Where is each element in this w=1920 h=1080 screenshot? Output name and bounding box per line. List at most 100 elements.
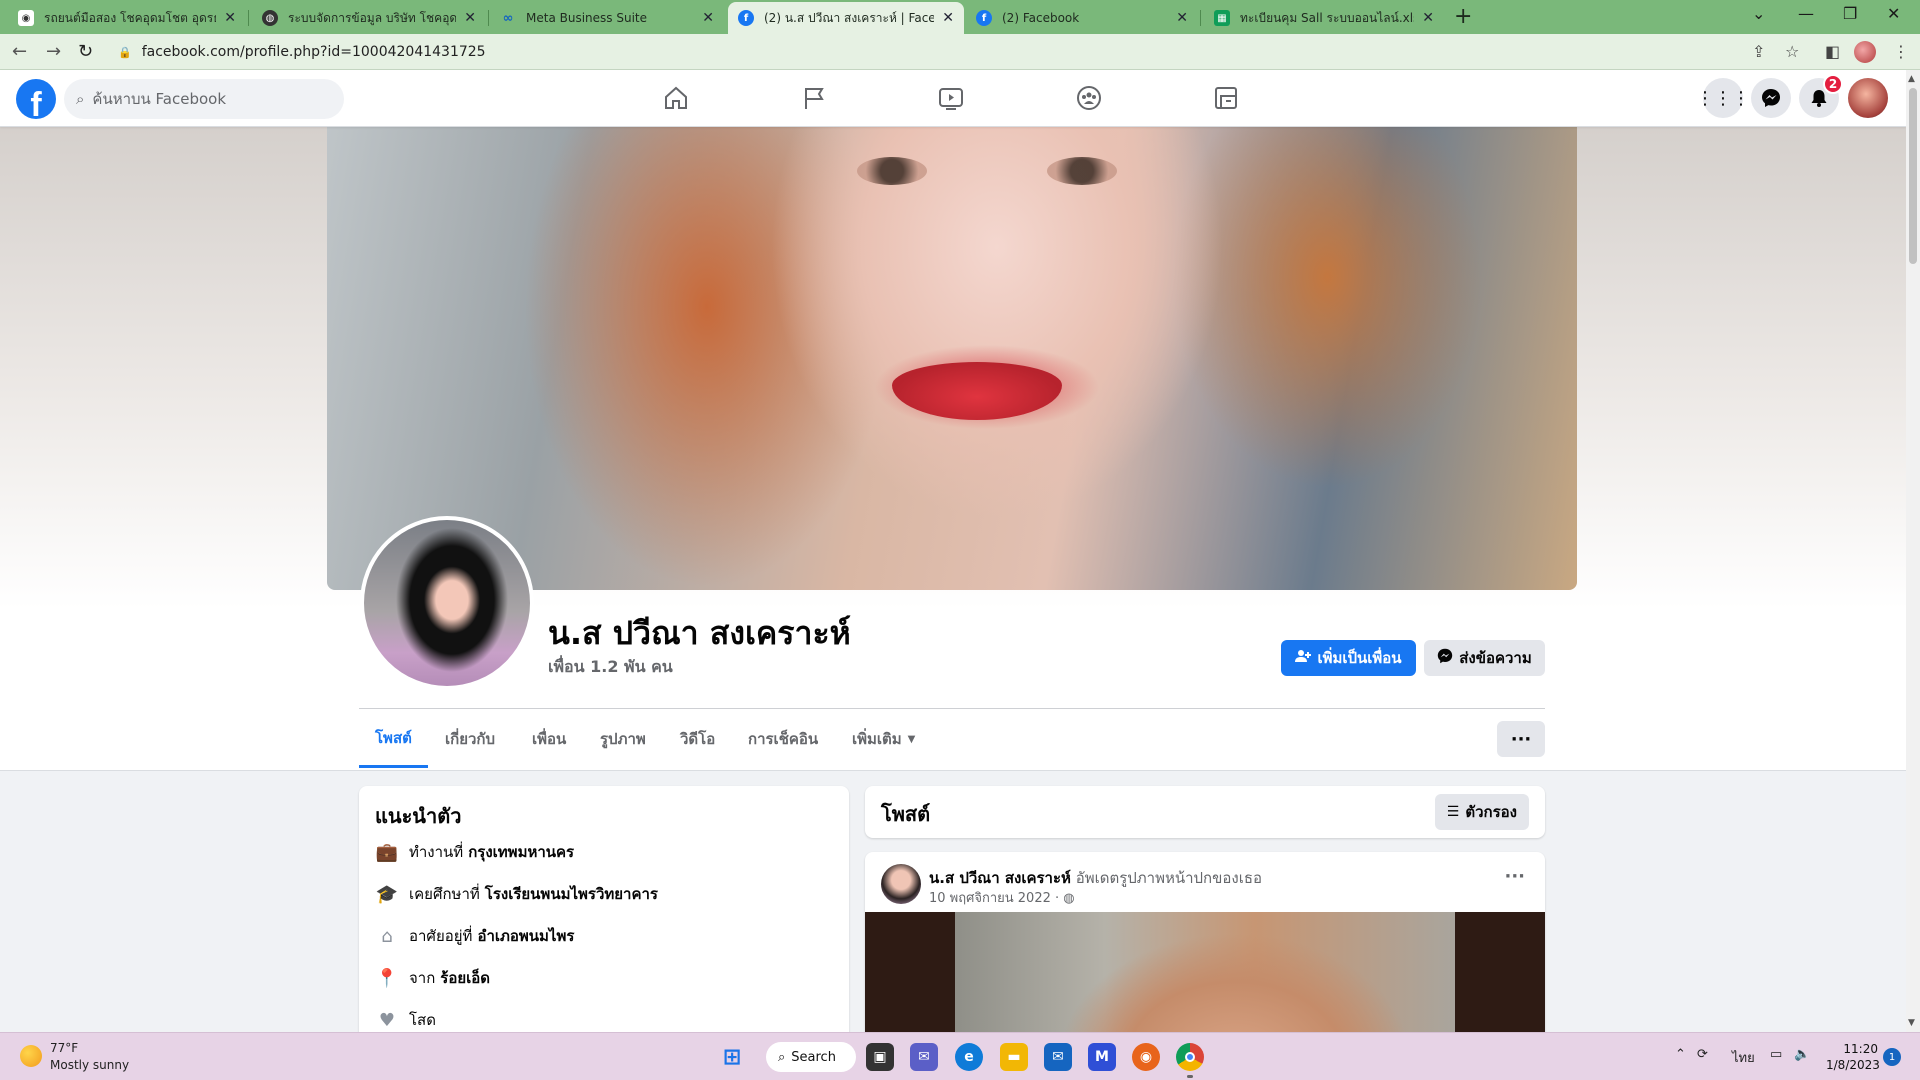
intro-lives-row: ⌂ อาศัยอยู่ที่ อำเภอพนมไพร — [375, 924, 574, 948]
teams-chat-icon[interactable]: ✉ — [910, 1043, 938, 1071]
browser-menu-icon[interactable]: ⋮ — [1893, 42, 1909, 61]
post-photo[interactable] — [865, 912, 1545, 1052]
menu-grid-icon[interactable]: ⋮⋮⋮ — [1696, 78, 1750, 118]
tab-search-chevron-icon[interactable]: ⌄ — [1752, 4, 1765, 23]
weather-sun-icon[interactable] — [20, 1045, 42, 1067]
close-tab-icon[interactable]: ✕ — [702, 10, 714, 26]
graduation-cap-icon: 🎓 — [375, 883, 399, 905]
home-icon[interactable] — [660, 82, 692, 114]
scroll-down-icon[interactable]: ▼ — [1908, 1018, 1915, 1028]
chrome-icon[interactable] — [1176, 1043, 1204, 1071]
tab-more[interactable]: เพิ่มเติม ▼ — [836, 710, 931, 768]
account-avatar[interactable] — [1848, 78, 1888, 118]
tab-title: ระบบจัดการข้อมูล บริษัท โชคอุดมโชต จ — [288, 10, 457, 25]
browser-tab[interactable]: ▦ ทะเบียนคุม Sall ระบบออนไลน์.xlsx - G ✕ — [1204, 2, 1444, 34]
post-options-icon[interactable]: ··· — [1504, 866, 1525, 887]
messenger-icon[interactable] — [1751, 78, 1791, 118]
taskbar-search[interactable]: ⌕ Search — [766, 1042, 856, 1072]
browser-tab-active[interactable]: f (2) น.ส ปวีณา สงเคราะห์ | Facebook ✕ — [728, 2, 964, 34]
tab-about[interactable]: เกี่ยวกับ — [429, 710, 511, 768]
heart-icon: ♥ — [378, 1009, 396, 1031]
restore-icon[interactable]: ❐ — [1843, 4, 1857, 23]
add-friend-button[interactable]: เพิ่มเป็นเพื่อน — [1281, 640, 1416, 676]
add-friend-label: เพิ่มเป็นเพื่อน — [1317, 649, 1402, 667]
gaming-icon[interactable] — [1210, 82, 1242, 114]
watch-video-icon[interactable] — [935, 82, 967, 114]
sync-icon[interactable]: ⟳ — [1697, 1047, 1708, 1062]
pages-flag-icon[interactable] — [798, 82, 830, 114]
notification-center-badge[interactable]: 1 — [1883, 1048, 1901, 1066]
edge-browser-icon[interactable]: e — [955, 1043, 983, 1071]
close-tab-icon[interactable]: ✕ — [224, 10, 236, 26]
tab-photos[interactable]: รูปภาพ — [584, 710, 662, 768]
lock-icon[interactable]: 🔒 — [118, 46, 132, 59]
post-date-text[interactable]: 10 พฤศจิกายน 2022 · — [929, 891, 1059, 906]
profile-more-options-button[interactable]: ··· — [1497, 721, 1545, 757]
intro-education-value[interactable]: โรงเรียนพนมไพรวิทยาคาร — [485, 882, 658, 906]
close-tab-icon[interactable]: ✕ — [464, 10, 476, 26]
system-clock[interactable]: 11:20 1/8/2023 — [1826, 1041, 1880, 1073]
forward-icon[interactable]: → — [46, 41, 61, 62]
intro-lives-value[interactable]: อำเภอพนมไพร — [477, 924, 574, 948]
friends-count[interactable]: เพื่อน 1.2 พัน คน — [548, 655, 673, 680]
cover-photo[interactable] — [327, 127, 1577, 590]
profile-picture[interactable] — [360, 516, 534, 690]
browser-tab[interactable]: f (2) Facebook ✕ — [966, 2, 1198, 34]
post-action-text: อัพเดตรูปภาพหน้าปกของเธอ — [1075, 869, 1263, 887]
scrollbar-thumb[interactable] — [1909, 88, 1917, 264]
mail-icon[interactable]: ✉ — [1044, 1043, 1072, 1071]
close-tab-icon[interactable]: ✕ — [1422, 10, 1434, 26]
close-tab-icon[interactable]: ✕ — [1176, 10, 1188, 26]
taskbar-search-label: Search — [791, 1049, 836, 1065]
send-message-button[interactable]: ส่งข้อความ — [1424, 640, 1545, 676]
app-icon[interactable]: M — [1088, 1043, 1116, 1071]
tab-more-label: เพิ่มเติม — [852, 730, 902, 748]
url-text[interactable]: facebook.com/profile.php?id=100042041431… — [142, 44, 486, 60]
weather-temperature[interactable]: 77°F — [50, 1041, 78, 1055]
volume-icon[interactable]: 🔈 — [1794, 1047, 1810, 1062]
network-icon[interactable]: ▭ — [1770, 1047, 1782, 1062]
input-language[interactable]: ไทย — [1732, 1047, 1755, 1068]
post-author-avatar[interactable] — [881, 864, 921, 904]
tab-videos[interactable]: วิดีโอ — [664, 710, 731, 768]
firefox-icon[interactable]: ◉ — [1132, 1043, 1160, 1071]
back-icon[interactable]: ← — [12, 41, 27, 62]
task-view-icon[interactable]: ▣ — [866, 1043, 894, 1071]
intro-from-value[interactable]: ร้อยเอ็ด — [440, 966, 490, 990]
browser-tab[interactable]: ∞ Meta Business Suite ✕ — [490, 2, 724, 34]
address-bar[interactable]: 🔒 facebook.com/profile.php?id=1000420414… — [108, 38, 1818, 66]
windows-start-icon[interactable]: ⊞ — [718, 1043, 746, 1071]
tab-friends[interactable]: เพื่อน — [516, 710, 582, 768]
facebook-search-input[interactable]: ⌕ ค้นหาบน Facebook — [64, 79, 344, 119]
weather-condition[interactable]: Mostly sunny — [50, 1058, 129, 1072]
profile-name: น.ส ปวีณา สงเคราะห์ — [548, 614, 851, 652]
file-explorer-icon[interactable]: ▬ — [1000, 1043, 1028, 1071]
post-author-name[interactable]: น.ส ปวีณา สงเคราะห์ — [929, 869, 1071, 887]
intro-from-label: จาก — [409, 969, 436, 987]
messenger-icon — [1437, 648, 1453, 668]
close-window-icon[interactable]: ✕ — [1887, 4, 1900, 23]
intro-from-row: 📍 จาก ร้อยเอ็ด — [375, 966, 490, 990]
scroll-up-icon[interactable]: ▲ — [1908, 74, 1915, 84]
post-timestamp[interactable]: 10 พฤศจิกายน 2022 · ◍ — [929, 887, 1075, 908]
facebook-logo-icon[interactable]: f — [16, 79, 56, 119]
share-icon[interactable]: ⇪ — [1752, 42, 1765, 61]
groups-icon[interactable] — [1073, 82, 1105, 114]
close-tab-icon[interactable]: ✕ — [942, 10, 954, 26]
browser-tab[interactable]: ◉ รถยนต์มือสอง โชคอุดมโชต อุดรธานี ✕ — [8, 2, 246, 34]
clock-time: 11:20 — [1843, 1042, 1878, 1056]
tab-posts[interactable]: โพสต์ — [359, 710, 428, 768]
side-panel-icon[interactable]: ◧ — [1825, 42, 1840, 61]
reload-icon[interactable]: ↻ — [78, 41, 93, 62]
intro-lives-label: อาศัยอยู่ที่ — [409, 927, 473, 945]
tab-checkins[interactable]: การเช็คอิน — [732, 710, 834, 768]
browser-tab[interactable]: ◍ ระบบจัดการข้อมูล บริษัท โชคอุดมโชต จ ✕ — [252, 2, 486, 34]
bookmark-star-icon[interactable]: ☆ — [1785, 42, 1799, 61]
intro-work-value[interactable]: กรุงเทพมหานคร — [468, 840, 574, 864]
tray-overflow-chevron-icon[interactable]: ⌃ — [1675, 1047, 1686, 1062]
filters-button[interactable]: ☰ ตัวกรอง — [1434, 794, 1529, 830]
browser-profile-avatar[interactable] — [1854, 41, 1876, 63]
minimize-icon[interactable]: — — [1798, 4, 1814, 23]
new-tab-icon[interactable]: + — [1454, 4, 1472, 29]
tab-title: (2) น.ส ปวีณา สงเคราะห์ | Facebook — [764, 10, 935, 25]
